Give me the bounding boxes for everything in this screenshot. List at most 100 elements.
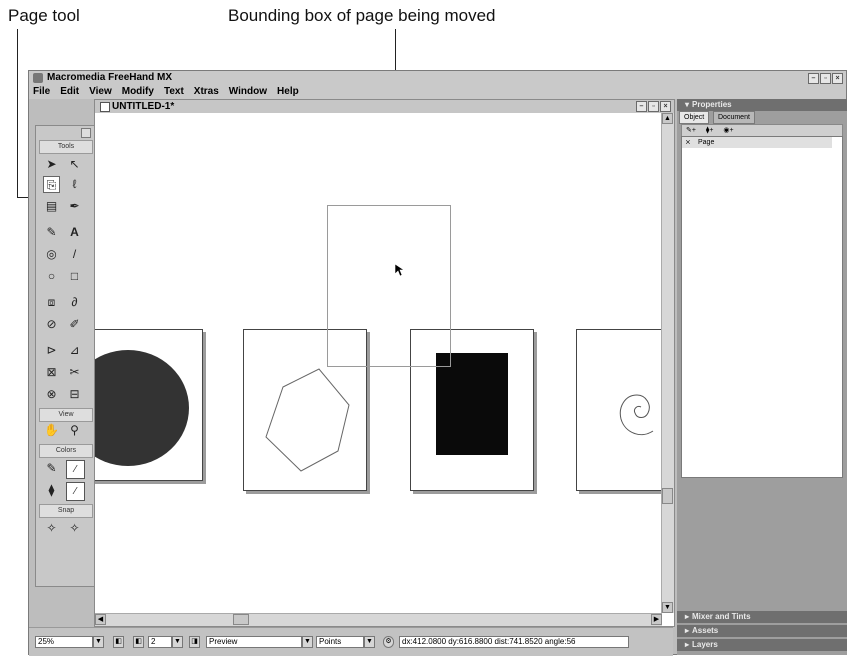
callout-page-tool: Page tool [8,6,80,25]
perspective-tool-icon[interactable]: ⊗ [43,386,60,403]
drawing-canvas[interactable] [95,113,662,613]
assets-panel-header[interactable]: ▸ Assets [677,625,847,637]
blend-tool-icon[interactable]: ⊳ [43,342,60,359]
menu-file[interactable]: File [29,85,55,99]
pointer-tool-icon[interactable]: ➤ [43,156,60,173]
add-effect-icon[interactable]: ◉+ [719,127,737,134]
units-dropdown-icon[interactable]: ▼ [364,636,375,648]
pencil-tool-icon[interactable]: / [66,246,83,263]
tab-object[interactable]: Object [679,111,710,124]
knife-tool-icon[interactable]: ✂ [66,364,83,381]
pen-tool-icon[interactable]: ✎ [43,224,60,241]
transform-tool-icon[interactable]: ⧈ [43,294,60,311]
scroll-right-icon[interactable]: ▶ [651,614,662,625]
fill-color-swatch[interactable]: ⁄ [66,482,85,501]
tools-panel-close-icon[interactable] [81,128,91,138]
scroll-down-icon[interactable]: ▼ [662,602,673,613]
page-menu-icon[interactable]: ◧ [133,636,144,648]
view-mode-select[interactable]: Preview [206,636,302,648]
scroll-thumb-horizontal[interactable] [233,614,249,625]
restore-icon[interactable]: ▫ [820,73,831,84]
menu-help[interactable]: Help [272,85,304,99]
page-item-icon: ⨯ [685,139,691,146]
properties-panel-header[interactable]: ▾ Properties [677,99,847,111]
tools-panel: Tools ➤ ↖ ⎘ ℓ ▤ ✒ ✎ A ◎ / ○ □ ⧈ ∂ ⊘ ✐ ⊳ … [35,125,95,587]
menu-xtras[interactable]: Xtras [189,85,224,99]
scroll-thumb-vertical[interactable] [662,488,673,504]
view-mode-dropdown-icon[interactable]: ▼ [302,636,313,648]
document-icon [100,102,110,112]
zoom-dropdown-icon[interactable]: ▼ [93,636,104,648]
freeform-tool-icon[interactable]: ∂ [66,294,83,311]
page-tool-icon[interactable]: ⎘ [43,176,60,193]
hand-tool-icon[interactable]: ✋ [43,422,60,439]
spiral-tool-icon[interactable]: ◎ [43,246,60,263]
chart-tool-icon[interactable]: ⊟ [66,386,83,403]
scroll-left-icon[interactable]: ◀ [95,614,106,625]
add-fill-icon[interactable]: ⧫+ [702,127,718,134]
mixer-panel-header[interactable]: ▸ Mixer and Tints [677,611,847,623]
mouse-cursor-icon [394,263,405,277]
horizontal-scrollbar[interactable]: ◀ ▶ [95,613,662,626]
app-title: Macromedia FreeHand MX [47,72,173,83]
vertical-scrollbar[interactable]: ▲ ▼ [661,113,674,613]
menu-modify[interactable]: Modify [117,85,159,99]
zoom-field[interactable]: 25% [35,636,93,648]
colors-section-header: Colors [39,444,93,458]
ellipse-tool-icon[interactable]: ○ [43,268,60,285]
snap-to-point-icon[interactable]: ✧ [43,520,60,537]
rectangle-tool-icon[interactable]: □ [66,268,83,285]
selected-item-label: Page [698,139,715,146]
list-item[interactable]: ⨯ Page [682,137,832,148]
graphic-hose-tool-icon[interactable]: ⊠ [43,364,60,381]
zoom-tool-icon[interactable]: ⚲ [66,422,83,439]
previous-page-icon[interactable]: ◧ [113,636,124,648]
callout-bounding-box: Bounding box of page being moved [228,6,496,25]
scroll-up-icon[interactable]: ▲ [662,113,673,124]
tab-document[interactable]: Document [713,111,755,124]
assets-panel-title: Assets [692,626,719,635]
close-icon[interactable]: × [832,73,843,84]
doc-close-icon[interactable]: × [660,101,671,112]
snap-to-guide-icon[interactable]: ✧ [66,520,83,537]
text-tool-icon[interactable]: A [66,224,83,241]
connector-tool-icon[interactable]: ⊿ [66,342,83,359]
doc-restore-icon[interactable]: ▫ [648,101,659,112]
app-window-controls: – ▫ × [808,73,843,84]
ellipse-shape[interactable] [95,348,195,468]
doc-minimize-icon[interactable]: – [636,101,647,112]
add-stroke-icon[interactable]: ✎+ [682,127,700,134]
next-page-icon[interactable]: ◨ [189,636,200,648]
units-select[interactable]: Points [316,636,364,648]
layers-panel-header[interactable]: ▸ Layers [677,639,847,651]
eyedropper-tool-icon[interactable]: ✒ [66,198,83,215]
menu-bar: File Edit View Modify Text Xtras Window Help [29,85,846,99]
mixer-expand-icon: ▸ [685,612,690,621]
document-title: UNTITLED-1* [112,101,175,112]
stroke-color-icon[interactable]: ✎ [43,460,60,477]
eraser-tool-icon[interactable]: ⊘ [43,316,60,333]
subselect-tool-icon[interactable]: ↖ [66,156,83,173]
minimize-icon[interactable]: – [808,73,819,84]
rectangle-shape[interactable] [436,353,508,455]
fill-color-icon[interactable]: ⧫ [43,482,60,499]
view-section-header: View [39,408,93,422]
menu-text[interactable]: Text [159,85,189,99]
moving-page-bounding-box [327,205,451,367]
document-window-controls: – ▫ × [636,101,671,112]
properties-expand-icon: ▾ [685,100,690,109]
menu-edit[interactable]: Edit [55,85,84,99]
assets-expand-icon: ▸ [685,626,690,635]
page-dropdown-icon[interactable]: ▼ [172,636,183,648]
spiral-shape[interactable] [576,329,662,489]
page-number-field[interactable]: 2 [148,636,172,648]
scale-tool-icon[interactable]: ▤ [43,198,60,215]
brush-tool-icon[interactable]: ✐ [66,316,83,333]
menu-view[interactable]: View [84,85,117,99]
info-gear-icon[interactable]: ⚙ [383,636,394,648]
properties-panel-title: Properties [692,100,732,109]
lasso-tool-icon[interactable]: ℓ [66,176,83,193]
object-list: ⨯ Page [681,136,843,478]
menu-window[interactable]: Window [224,85,272,99]
stroke-color-swatch[interactable]: ⁄ [66,460,85,479]
